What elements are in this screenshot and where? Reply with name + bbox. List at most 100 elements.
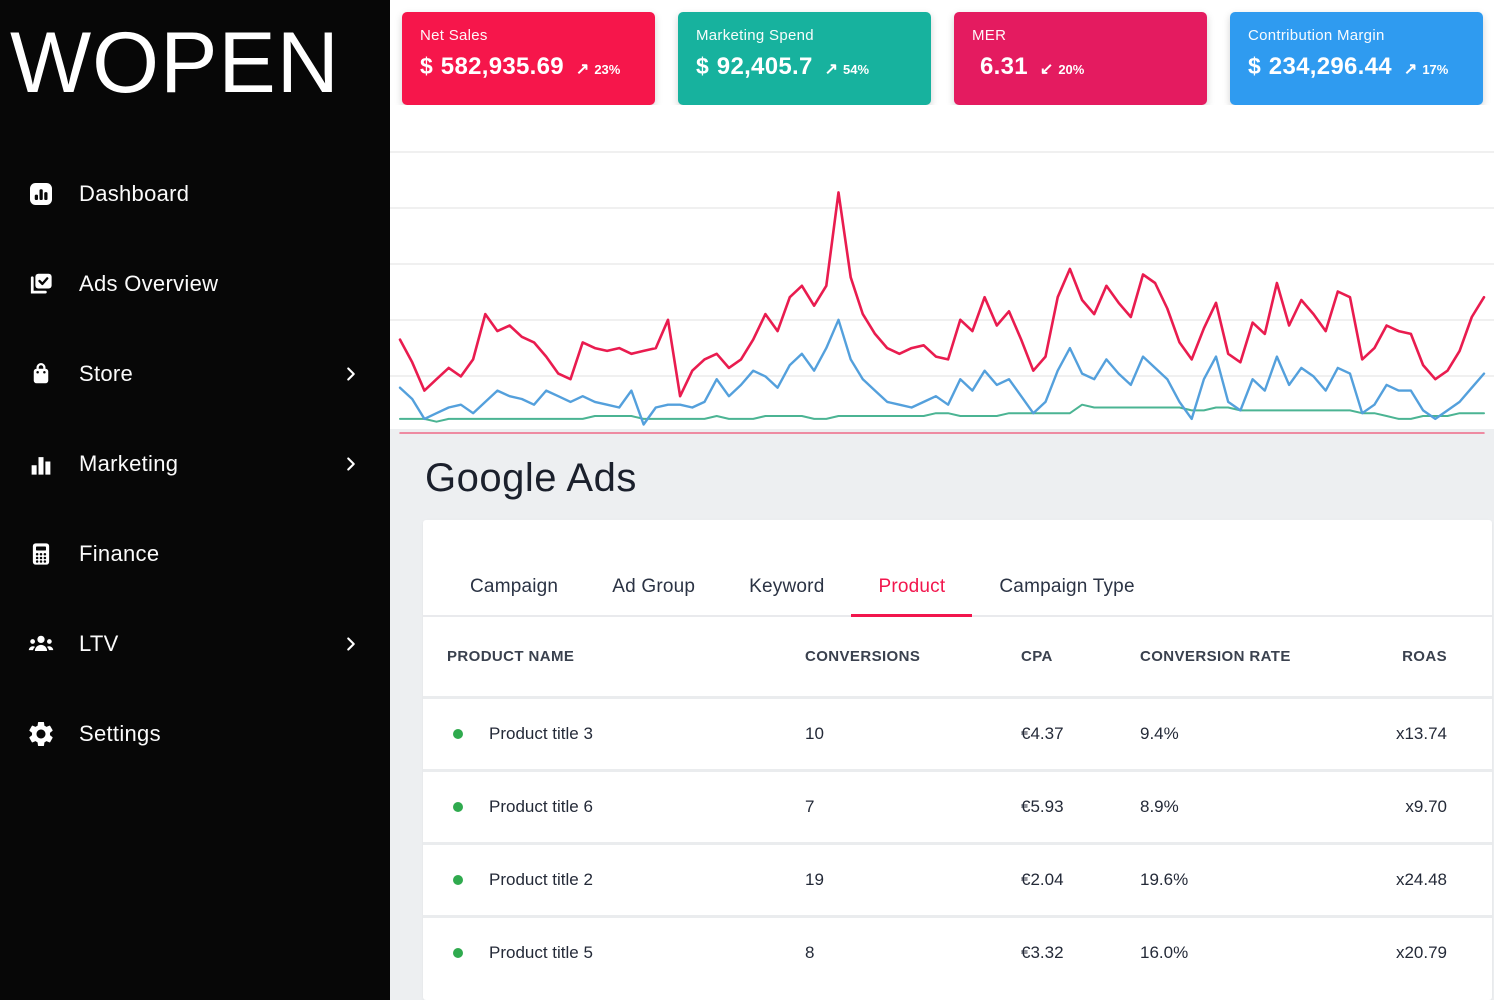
ads-overview-icon	[25, 268, 57, 300]
people-icon	[25, 628, 57, 660]
chevron-right-icon	[340, 363, 362, 385]
kpi-label: Marketing Spend	[696, 27, 814, 44]
product-name: Product title 6	[489, 797, 593, 816]
conversion-rate-value: 16.0%	[1140, 943, 1189, 962]
status-dot-green	[453, 948, 463, 958]
roas-value: x24.48	[1395, 870, 1447, 889]
sidebar-item-finance[interactable]: Finance	[0, 509, 390, 599]
dashboard-icon	[25, 178, 57, 210]
main-content: Net Sales $ 582,935.69 ↗ 23% Marketing S…	[390, 0, 1494, 1000]
conversions-value: 19	[805, 870, 824, 889]
google-ads-title: Google Ads	[425, 456, 637, 501]
tab-product[interactable]: Product	[851, 564, 973, 617]
sidebar-item-label: Store	[79, 360, 134, 386]
sidebar-item-label: Marketing	[79, 450, 179, 476]
roas-value: x9.70	[1405, 797, 1447, 816]
kpi-value: 234,296.44	[1268, 53, 1392, 80]
red-line	[398, 191, 1486, 398]
cpa-value: €5.93	[1021, 797, 1064, 816]
roas-value: x13.74	[1395, 724, 1447, 743]
kpi-value: 92,405.7	[716, 53, 813, 80]
table-row[interactable]: Product title 6 7 €5.93 8.9% x9.70	[423, 769, 1492, 842]
sidebar-item-label: Finance	[79, 540, 160, 566]
table-header-row: PRODUCT NAME CONVERSIONS CPA CONVERSION …	[423, 617, 1492, 696]
col-header-product-name: PRODUCT NAME	[447, 648, 575, 665]
status-dot-green	[453, 729, 463, 739]
google-ads-tabbar: Campaign Ad Group Keyword Product Campai…	[423, 520, 1492, 617]
conversions-value: 8	[805, 943, 815, 962]
sidebar-item-store[interactable]: Store	[0, 329, 390, 419]
product-name: Product title 2	[489, 870, 593, 889]
kpi-card-strip: Net Sales $ 582,935.69 ↗ 23% Marketing S…	[390, 0, 1494, 105]
currency-symbol: $	[1248, 53, 1261, 79]
tab-ad-group[interactable]: Ad Group	[585, 564, 722, 617]
tab-campaign-type[interactable]: Campaign Type	[972, 564, 1161, 617]
conversion-rate-value: 19.6%	[1140, 870, 1189, 889]
sidebar-item-dashboard[interactable]: Dashboard	[0, 149, 390, 239]
chevron-right-icon	[340, 453, 362, 475]
cpa-value: €2.04	[1021, 870, 1064, 889]
status-dot-green	[453, 802, 463, 812]
table-row[interactable]: Product title 3 10 €4.37 9.4% x13.74	[423, 696, 1492, 769]
product-name: Product title 3	[489, 724, 593, 743]
col-header-cpa: CPA	[1021, 648, 1053, 665]
col-header-roas: ROAS	[1402, 648, 1447, 665]
table-row[interactable]: Product title 5 8 €3.32 16.0% x20.79	[423, 915, 1492, 988]
status-dot-green	[453, 875, 463, 885]
metrics-chart-section	[390, 105, 1494, 434]
kpi-card-marketing-spend: Marketing Spend $ 92,405.7 ↗ 54%	[678, 12, 931, 105]
cpa-value: €4.37	[1021, 724, 1064, 743]
bar-chart-icon	[25, 448, 57, 480]
shopping-bag-icon	[25, 358, 57, 390]
sidebar-item-label: Dashboard	[79, 180, 190, 206]
kpi-label: Contribution Margin	[1248, 27, 1385, 44]
table-row[interactable]: Product title 2 19 €2.04 19.6% x24.48	[423, 842, 1492, 915]
metrics-line-chart	[390, 151, 1494, 434]
tab-campaign[interactable]: Campaign	[443, 564, 585, 617]
kpi-value: 6.31	[980, 53, 1028, 80]
roas-value: x20.79	[1395, 943, 1447, 962]
calculator-icon	[25, 538, 57, 570]
sidebar-item-label: Settings	[79, 720, 161, 746]
kpi-card-contribution-margin: Contribution Margin $ 234,296.44 ↗ 17%	[1230, 12, 1483, 105]
kpi-trend-percent: 54%	[843, 62, 870, 77]
conversion-rate-value: 8.9%	[1140, 797, 1179, 816]
currency-symbol: $	[696, 53, 709, 79]
chevron-right-icon	[340, 633, 362, 655]
conversions-value: 7	[805, 797, 815, 816]
kpi-card-mer: MER 6.31 ↙ 20%	[954, 12, 1207, 105]
col-header-conversions: CONVERSIONS	[805, 648, 921, 665]
blue-line	[398, 318, 1486, 426]
sidebar-item-marketing[interactable]: Marketing	[0, 419, 390, 509]
currency-symbol: $	[420, 53, 433, 79]
green-line	[399, 403, 1485, 423]
trend-up-arrow-icon: ↗	[824, 61, 839, 78]
sidebar-item-label: Ads Overview	[79, 270, 219, 296]
trend-up-arrow-icon: ↗	[1403, 61, 1418, 78]
trend-down-arrow-icon: ↙	[1039, 61, 1054, 78]
conversion-rate-value: 9.4%	[1140, 724, 1179, 743]
gear-icon	[25, 718, 57, 750]
kpi-label: MER	[972, 27, 1007, 44]
kpi-trend-percent: 23%	[594, 62, 621, 77]
kpi-value: 582,935.69	[440, 53, 564, 80]
col-header-conversion-rate: CONVERSION RATE	[1140, 648, 1291, 665]
trend-up-arrow-icon: ↗	[575, 61, 590, 78]
google-ads-section: Google Ads Campaign Ad Group Keyword Pro…	[390, 429, 1494, 1000]
kpi-label: Net Sales	[420, 27, 488, 44]
kpi-card-net-sales: Net Sales $ 582,935.69 ↗ 23%	[402, 12, 655, 105]
kpi-trend-percent: 20%	[1058, 62, 1085, 77]
conversions-value: 10	[805, 724, 824, 743]
cpa-value: €3.32	[1021, 943, 1064, 962]
sidebar-item-ads-overview[interactable]: Ads Overview	[0, 239, 390, 329]
product-name: Product title 5	[489, 943, 593, 962]
sidebar-item-settings[interactable]: Settings	[0, 689, 390, 779]
sidebar-item-label: LTV	[79, 630, 119, 656]
sidebar-item-ltv[interactable]: LTV	[0, 599, 390, 689]
google-ads-card: Campaign Ad Group Keyword Product Campai…	[423, 520, 1492, 1000]
kpi-trend-percent: 17%	[1422, 62, 1449, 77]
sidebar-nav: Dashboard Ads Overview Store Marketing F…	[0, 149, 390, 779]
sidebar: WOPEN Dashboard Ads Overview Store Marke…	[0, 0, 390, 1000]
tab-keyword[interactable]: Keyword	[722, 564, 851, 617]
app-logo: WOPEN	[10, 15, 340, 111]
